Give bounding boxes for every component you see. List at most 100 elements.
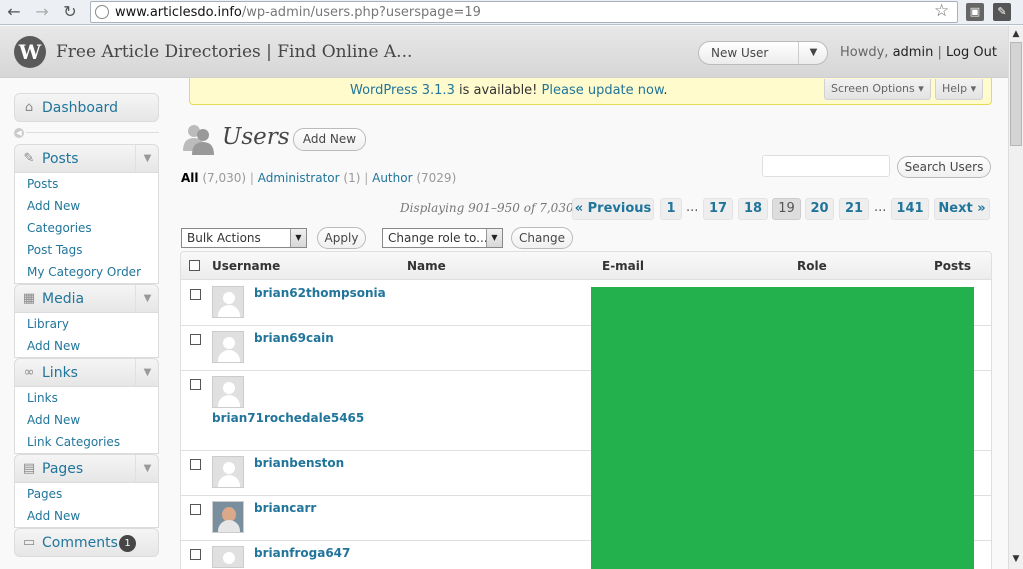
logout-link[interactable]: Log Out	[946, 45, 997, 60]
pagination-page-21[interactable]: 21	[839, 198, 869, 220]
sidebar-item-categories[interactable]: Categories	[15, 217, 158, 239]
row-checkbox[interactable]	[190, 549, 201, 560]
filter-administrator[interactable]: Administrator	[258, 171, 340, 185]
chevron-down-icon[interactable]: ▼	[135, 285, 159, 312]
wrench-icon[interactable]: ✎	[993, 3, 1011, 21]
row-checkbox[interactable]	[190, 379, 201, 390]
help-tab[interactable]: Help ▾	[935, 79, 984, 100]
version-link[interactable]: WordPress 3.1.3	[350, 83, 455, 98]
column-username[interactable]: Username	[212, 259, 280, 273]
pagination-page-1[interactable]: 1	[660, 198, 682, 220]
page-scrollbar[interactable]: ▲ ▼	[1008, 26, 1023, 569]
sidebar-item-add-new-link[interactable]: Add New	[15, 409, 158, 431]
user-link[interactable]: admin	[893, 45, 934, 60]
scroll-down-icon[interactable]: ▼	[1009, 551, 1023, 567]
column-posts: Posts	[934, 259, 972, 273]
collapse-menu-icon[interactable]: ◀	[14, 128, 24, 138]
change-role-select[interactable]: Change role to... ▼	[382, 228, 503, 248]
pagination-ellipsis: ...	[874, 200, 887, 215]
chevron-down-icon[interactable]: ▼	[290, 229, 306, 247]
sidebar-item-post-tags[interactable]: Post Tags	[15, 239, 158, 261]
search-users-button[interactable]: Search Users	[897, 156, 991, 178]
avatar	[212, 546, 244, 568]
sidebar-item-library[interactable]: Library	[15, 313, 158, 335]
pagination-page-17[interactable]: 17	[703, 198, 733, 220]
pagination-page-19-current: 19	[772, 198, 801, 220]
home-icon: ⌂	[24, 100, 34, 115]
update-link[interactable]: Please update now	[542, 83, 664, 98]
add-new-user-button[interactable]: Add New	[293, 128, 366, 151]
scroll-up-icon[interactable]: ▲	[1009, 26, 1023, 42]
media-submenu: Library Add New	[14, 313, 159, 358]
back-icon[interactable]: ←	[4, 2, 24, 22]
scroll-thumb[interactable]	[1010, 42, 1022, 146]
sidebar-item-links[interactable]: Links	[15, 387, 158, 409]
chevron-down-icon[interactable]: ▼	[135, 145, 159, 172]
role-filter-links: All (7,030) | Administrator (1) | Author…	[181, 171, 457, 185]
chevron-down-icon[interactable]: ▼	[486, 229, 502, 247]
favorite-actions[interactable]: New User ▼	[698, 41, 828, 65]
column-email[interactable]: E-mail	[602, 259, 644, 273]
menu-posts[interactable]: ✎ Posts ▼	[14, 144, 159, 173]
wordpress-logo-icon: W	[14, 36, 46, 68]
row-checkbox[interactable]	[190, 504, 201, 515]
pagination-page-141[interactable]: 141	[891, 198, 929, 220]
browser-toolbar: ← → ↻ www.articlesdo.info/wp-admin/users…	[0, 0, 1023, 25]
pagination-next[interactable]: Next »	[934, 198, 990, 220]
chevron-down-icon[interactable]: ▼	[798, 42, 828, 64]
menu-links[interactable]: ∞ Links ▼	[14, 358, 159, 387]
reload-icon[interactable]: ↻	[60, 2, 80, 22]
sidebar-item-pages[interactable]: Pages	[15, 483, 158, 505]
redaction-block	[591, 287, 974, 569]
avatar	[212, 376, 244, 408]
filter-all[interactable]: All	[181, 171, 199, 185]
screen-options-tab[interactable]: Screen Options ▾	[824, 79, 931, 100]
site-title[interactable]: Free Article Directories | Find Online A…	[56, 42, 412, 62]
sidebar-item-posts[interactable]: Posts	[15, 173, 158, 195]
username-link[interactable]: briancarr	[254, 501, 316, 515]
username-link[interactable]: brianfroga647	[254, 546, 350, 560]
link-icon: ∞	[23, 365, 35, 380]
pushpin-icon: ✎	[23, 151, 35, 166]
avatar	[212, 286, 244, 318]
row-checkbox[interactable]	[190, 334, 201, 345]
sidebar-item-link-categories[interactable]: Link Categories	[15, 431, 158, 453]
posts-submenu: Posts Add New Categories Post Tags My Ca…	[14, 173, 159, 284]
menu-pages[interactable]: ▤ Pages ▼	[14, 454, 159, 483]
pages-submenu: Pages Add New	[14, 483, 159, 528]
username-link[interactable]: brianbenston	[254, 456, 344, 470]
username-link[interactable]: brian71rochedale5465	[212, 411, 364, 425]
change-role-button[interactable]: Change	[511, 227, 573, 249]
select-all-checkbox[interactable]	[189, 260, 200, 271]
row-checkbox[interactable]	[190, 289, 201, 300]
favorite-action-label[interactable]: New User	[711, 46, 768, 60]
chevron-down-icon[interactable]: ▼	[135, 359, 159, 386]
pagination-page-20[interactable]: 20	[805, 198, 834, 220]
pagination-page-18[interactable]: 18	[738, 198, 768, 220]
search-users-input[interactable]	[762, 155, 890, 177]
chevron-down-icon[interactable]: ▼	[135, 455, 159, 482]
pagination-previous[interactable]: « Previous	[572, 198, 654, 220]
menu-media[interactable]: ▦ Media ▼	[14, 284, 159, 313]
apply-button[interactable]: Apply	[317, 227, 366, 249]
row-checkbox[interactable]	[190, 459, 201, 470]
menu-dashboard[interactable]: ⌂ Dashboard	[14, 93, 159, 122]
column-name[interactable]: Name	[407, 259, 446, 273]
divider	[26, 132, 159, 133]
avatar	[212, 456, 244, 488]
sidebar-item-add-new-page[interactable]: Add New	[15, 505, 158, 527]
sidebar-item-add-new-post[interactable]: Add New	[15, 195, 158, 217]
menu-comments[interactable]: ▭ Comments 1	[14, 528, 159, 557]
sidebar-item-add-new-media[interactable]: Add New	[15, 335, 158, 357]
avatar	[212, 331, 244, 363]
username-link[interactable]: brian69cain	[254, 331, 334, 345]
forward-icon[interactable]: →	[32, 2, 52, 22]
bookmark-star-icon[interactable]: ☆	[934, 1, 949, 21]
globe-icon	[95, 5, 109, 19]
extension-icon[interactable]: ▣	[966, 3, 984, 21]
filter-author[interactable]: Author	[372, 171, 412, 185]
username-link[interactable]: brian62thompsonia	[254, 286, 386, 300]
sidebar-item-category-order[interactable]: My Category Order	[15, 261, 158, 283]
bulk-actions-select[interactable]: Bulk Actions ▼	[181, 228, 307, 248]
address-bar[interactable]: www.articlesdo.info/wp-admin/users.php?u…	[90, 1, 958, 23]
